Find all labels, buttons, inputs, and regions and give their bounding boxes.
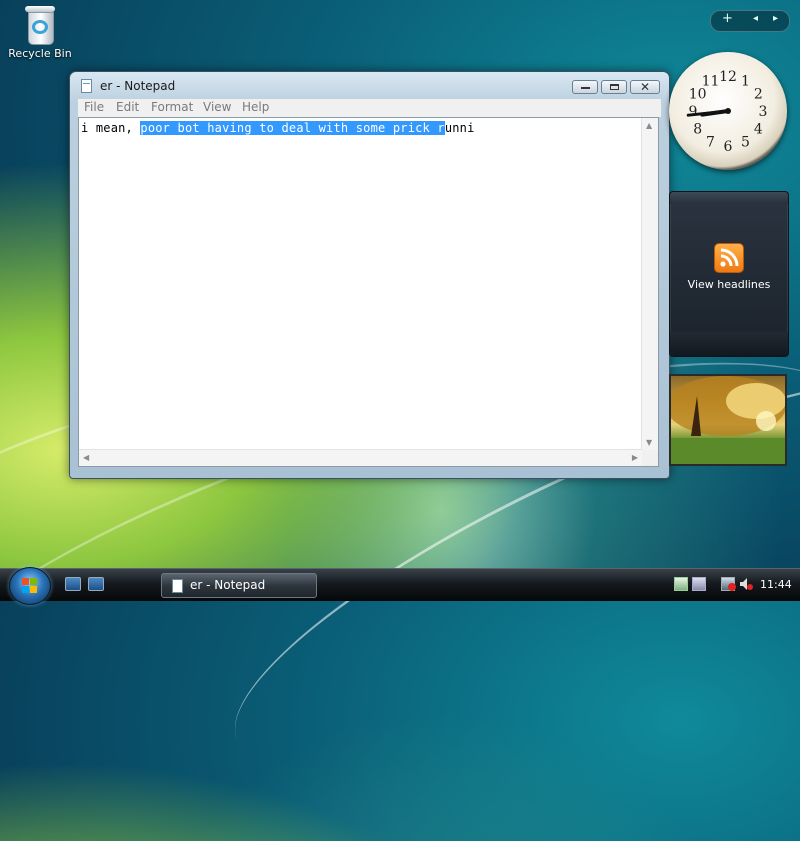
clock-numeral: 3: [759, 104, 768, 120]
volume-muted-icon[interactable]: [739, 577, 753, 591]
selected-text: poor bot having to deal with some prick …: [140, 121, 445, 135]
clock-numeral: 2: [754, 87, 763, 103]
taskbar-button-notepad[interactable]: er - Notepad: [161, 573, 317, 598]
taskbar: er - Notepad 11:44: [0, 567, 800, 605]
switch-windows-icon[interactable]: [88, 577, 104, 591]
editor-text: i mean,: [81, 121, 141, 135]
notepad-window[interactable]: er - Notepad ✕ File Edit Format View Hel…: [69, 71, 670, 479]
recycle-bin-icon: [23, 4, 57, 45]
slideshow-image: [671, 376, 785, 464]
taskbar-clock[interactable]: 11:44: [760, 578, 792, 591]
taskbar-button-label: er - Notepad: [190, 578, 266, 592]
menu-edit[interactable]: Edit: [116, 100, 139, 114]
network-icon[interactable]: [721, 577, 736, 591]
system-tray: 11:44: [668, 574, 800, 596]
feed-headlines-gadget[interactable]: View headlines: [669, 191, 789, 357]
clock-numeral: 12: [719, 69, 737, 85]
editor-text: unni: [444, 121, 475, 135]
clock-numeral: 1: [741, 74, 750, 90]
sidebar-controls: + ◂ ▸: [710, 10, 790, 32]
clock-numeral: 6: [724, 139, 733, 155]
scroll-down-icon[interactable]: ▼: [646, 438, 652, 447]
maximize-icon: [610, 84, 619, 90]
maximize-button[interactable]: [601, 80, 627, 94]
scroll-up-icon[interactable]: ▲: [646, 121, 652, 130]
notepad-icon: [172, 579, 183, 593]
scroll-right-icon[interactable]: ▶: [632, 453, 638, 462]
scroll-left-icon[interactable]: ◀: [83, 453, 89, 462]
menu-help[interactable]: Help: [242, 100, 269, 114]
desktop-icon-label: Recycle Bin: [8, 47, 72, 60]
clock-numeral: 11: [702, 74, 720, 90]
clock-face: 12 1234567891011: [686, 69, 768, 155]
text-editor[interactable]: i mean, poor bot having to deal with som…: [78, 117, 659, 467]
menu-format[interactable]: Format: [151, 100, 193, 114]
menu-bar: File Edit Format View Help: [78, 99, 661, 117]
add-gadget-button[interactable]: +: [722, 11, 733, 26]
clock-numeral: 5: [741, 134, 750, 150]
sidebar-prev-button[interactable]: ◂: [753, 13, 758, 24]
close-icon: ✕: [640, 80, 651, 94]
editor-text-line: i mean, poor bot having to deal with som…: [81, 121, 475, 135]
clock-numeral: 4: [754, 122, 763, 138]
vertical-scrollbar[interactable]: ▲ ▼: [641, 118, 658, 450]
start-button[interactable]: [9, 567, 51, 605]
desktop-icon-recycle-bin[interactable]: Recycle Bin: [4, 2, 76, 60]
clock-numeral: 7: [706, 134, 715, 150]
menu-file[interactable]: File: [84, 100, 104, 114]
clock-numeral: 9: [689, 104, 698, 120]
slideshow-gadget[interactable]: [669, 374, 787, 466]
notepad-icon: [81, 79, 92, 93]
security-center-icon[interactable]: [674, 577, 688, 591]
resize-grip[interactable]: [642, 450, 658, 466]
close-button[interactable]: ✕: [630, 80, 660, 94]
window-titlebar[interactable]: er - Notepad ✕: [70, 72, 669, 100]
devices-icon[interactable]: [692, 577, 706, 591]
sidebar-next-button[interactable]: ▸: [773, 13, 778, 24]
minimize-button[interactable]: [572, 80, 598, 94]
minimize-icon: [581, 87, 590, 89]
windows-logo-icon: [22, 578, 38, 593]
show-desktop-icon[interactable]: [65, 577, 81, 591]
menu-view[interactable]: View: [203, 100, 231, 114]
clock-gadget[interactable]: 12 1 2 3 4 5 6 7 8 9 10 11: [669, 52, 787, 170]
clock-numeral: 8: [693, 122, 702, 138]
rss-icon: [714, 243, 744, 273]
view-headlines-link[interactable]: View headlines: [670, 278, 788, 291]
horizontal-scrollbar[interactable]: ◀ ▶: [79, 449, 642, 466]
window-title: er - Notepad: [100, 79, 176, 93]
